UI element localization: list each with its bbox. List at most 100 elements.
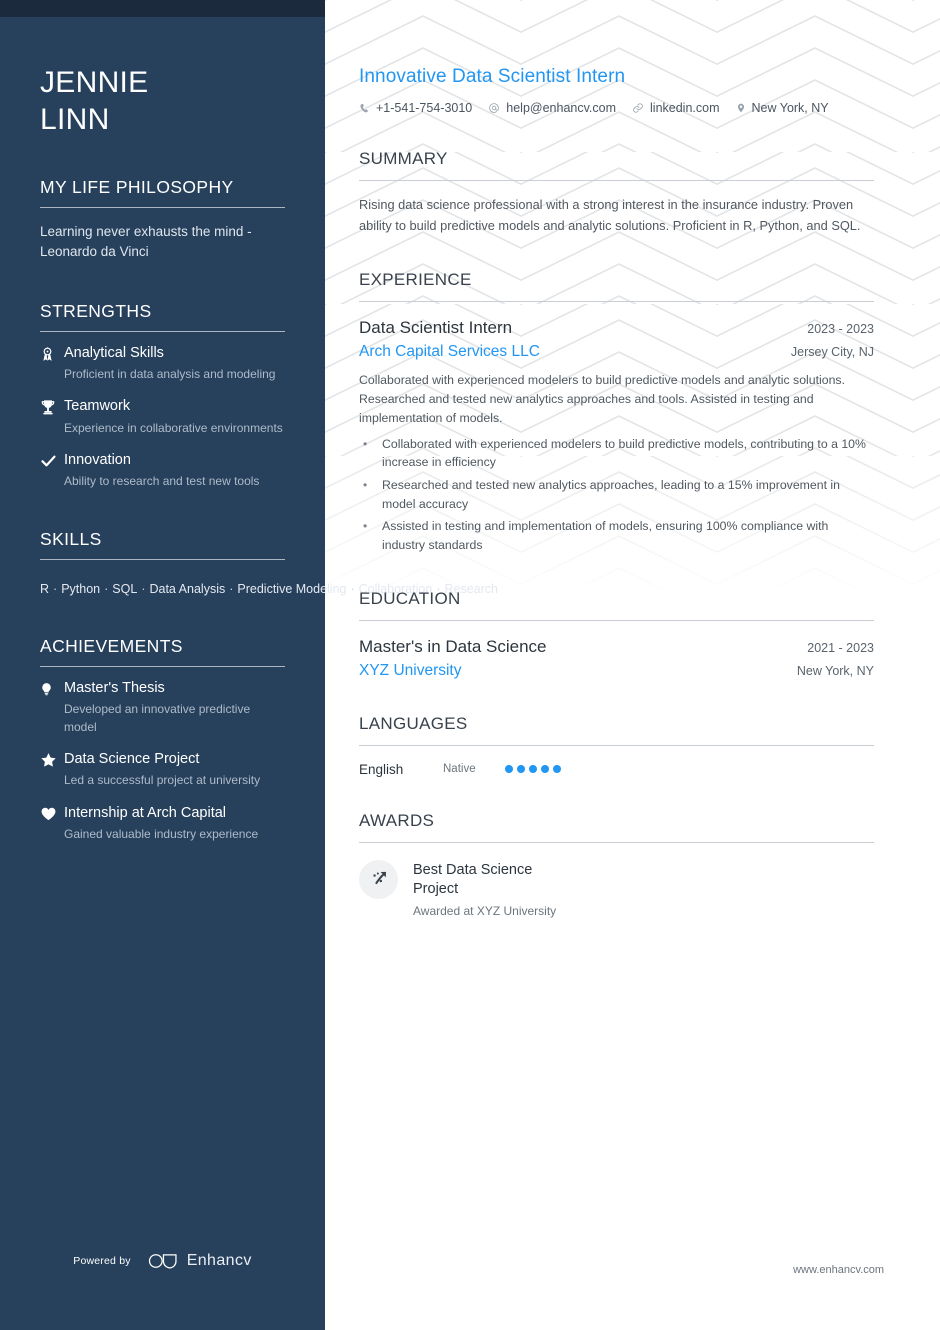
headline-job-title: Innovative Data Scientist Intern (359, 66, 626, 87)
enhancv-wordmark: Enhancv (186, 1252, 252, 1269)
skill-separator: · (104, 581, 109, 596)
philosophy-heading: MY LIFE PHILOSOPHY (40, 176, 234, 197)
proficiency-dot (553, 765, 561, 774)
candidate-name: JENNIE LINN (40, 65, 285, 139)
language-proficiency-dots (505, 765, 561, 774)
languages-divider (359, 744, 874, 746)
experience-divider (359, 301, 874, 303)
bullet-text: Assisted in testing and implementation o… (382, 519, 829, 552)
experience-heading: EXPERIENCE (359, 270, 472, 290)
contact-link[interactable]: linkedin.com (632, 101, 720, 115)
skills-list: R · Python · SQL · Data Analysis · Predictive Mo… (40, 576, 498, 602)
section-achievements: ACHIEVEMENTS Master's Thesis Developed a… (40, 636, 285, 843)
proficiency-dot (529, 765, 537, 774)
education-dates: 2021 - 2023 (807, 640, 874, 655)
strengths-divider (40, 330, 285, 332)
achievement-desc: Developed an innovative predictive model (64, 702, 251, 734)
strengths-heading: STRENGTHS (40, 300, 152, 321)
achievement-item: Internship at Arch Capital Gained valuab… (40, 804, 285, 844)
trophy-icon (40, 397, 64, 415)
summary-divider (359, 180, 874, 181)
philosophy-text: Learning never exhausts the mind - Leona… (40, 223, 252, 260)
education-degree: Master's in Data Science (359, 636, 547, 656)
achievement-item: Data Science Project Led a successful pr… (40, 750, 285, 790)
contact-link-text: linkedin.com (650, 101, 720, 115)
achievement-title: Internship at Arch Capital (64, 804, 227, 821)
bullet-marker: • (363, 436, 368, 451)
skills-heading: SKILLS (40, 528, 102, 549)
email-at-icon (488, 102, 500, 114)
achievement-title: Data Science Project (64, 751, 200, 768)
experience-entry: Data Scientist Intern 2023 - 2023 Arch C… (359, 318, 874, 554)
proficiency-dot (541, 765, 549, 774)
lightbulb-icon (40, 679, 64, 697)
experience-location: Jersey City, NJ (790, 345, 874, 360)
skills-divider (40, 558, 285, 560)
main-content: Innovative Data Scientist Intern +1-541-… (325, 0, 940, 1330)
skill-item: R (40, 581, 50, 596)
contact-location: New York, NY (736, 101, 829, 115)
bullet-text: Collaborated with experienced modelers t… (382, 436, 866, 470)
skill-separator: · (141, 581, 146, 596)
experience-dates: 2023 - 2023 (807, 322, 874, 337)
strength-desc: Ability to research and test new tools (64, 474, 260, 489)
philosophy-divider (40, 206, 285, 208)
bullet-marker: • (363, 519, 368, 534)
section-philosophy: MY LIFE PHILOSOPHY Learning never exhaus… (40, 177, 285, 263)
contact-email[interactable]: help@enhancv.com (488, 101, 616, 115)
education-location: New York, NY (796, 663, 874, 678)
experience-job-title: Data Scientist Intern (359, 318, 513, 338)
education-divider (359, 619, 874, 621)
education-school[interactable]: XYZ University (359, 662, 462, 680)
education-heading: EDUCATION (359, 588, 461, 608)
section-strengths: STRENGTHS Analytical Skills Proficient i… (40, 301, 285, 491)
contact-row: +1-541-754-3010 help@enhancv.com linkedi… (359, 101, 874, 115)
summary-heading: SUMMARY (359, 149, 448, 168)
achievements-heading: ACHIEVEMENTS (40, 636, 183, 657)
strength-item: Teamwork Experience in collaborative env… (40, 397, 285, 437)
achievements-divider (40, 666, 285, 668)
proficiency-dot (517, 765, 525, 774)
experience-bullet: • Researched and tested new analytics ap… (359, 476, 874, 513)
bullet-marker: • (363, 477, 368, 492)
sidebar: JENNIE LINN MY LIFE PHILOSOPHY Learning … (0, 0, 498, 1330)
star-icon (40, 750, 64, 768)
trend-arrow-icon (359, 859, 398, 899)
section-skills: SKILLS R · Python · SQL · Data Analysis · Predic… (40, 528, 498, 602)
section-education: EDUCATION Master's in Data Science 2021 … (359, 589, 874, 680)
experience-company[interactable]: Arch Capital Services LLC (359, 343, 540, 361)
summary-text: Rising data science professional with a … (359, 197, 861, 233)
contact-phone[interactable]: +1-541-754-3010 (359, 101, 472, 115)
powered-by-label: Powered by (73, 1255, 131, 1267)
powered-by-footer: Powered by Enhancv (0, 1252, 325, 1270)
section-languages: LANGUAGES English Native (359, 714, 874, 777)
contact-location-text: New York, NY (751, 101, 829, 115)
skill-separator: · (229, 581, 234, 596)
heart-icon (40, 804, 64, 822)
site-url: www.enhancv.com (793, 1264, 884, 1276)
experience-description: Collaborated with experienced modelers t… (359, 373, 845, 425)
strength-item: Analytical Skills Proficient in data ana… (40, 344, 285, 384)
strength-desc: Proficient in data analysis and modeling (64, 367, 276, 382)
bullet-text: Researched and tested new analytics appr… (382, 477, 840, 511)
awards-divider (359, 841, 874, 843)
candidate-last-name: LINN (40, 102, 110, 136)
contact-phone-text: +1-541-754-3010 (376, 101, 473, 115)
contact-email-text: help@enhancv.com (506, 101, 617, 115)
strength-item: Innovation Ability to research and test … (40, 451, 285, 491)
awards-heading: AWARDS (359, 810, 435, 830)
sidebar-top-bar (0, 0, 325, 17)
experience-bullet: • Collaborated with experienced modelers… (359, 435, 874, 472)
experience-bullet-list: • Collaborated with experienced modelers… (359, 435, 874, 555)
strength-title: Analytical Skills (64, 344, 164, 361)
achievement-item: Master's Thesis Developed an innovative … (40, 679, 285, 736)
strength-title: Teamwork (64, 398, 131, 415)
experience-bullet: • Assisted in testing and implementation… (359, 517, 874, 554)
skill-item: SQL (112, 581, 138, 596)
achievement-desc: Gained valuable industry experience (64, 827, 259, 842)
section-summary: SUMMARY Rising data science professional… (359, 149, 874, 236)
location-pin-icon (736, 102, 746, 114)
award-description: Awarded at XYZ University (413, 903, 557, 918)
resume-page: JENNIE LINN MY LIFE PHILOSOPHY Learning … (0, 0, 940, 1330)
language-entry: English Native (359, 762, 874, 777)
